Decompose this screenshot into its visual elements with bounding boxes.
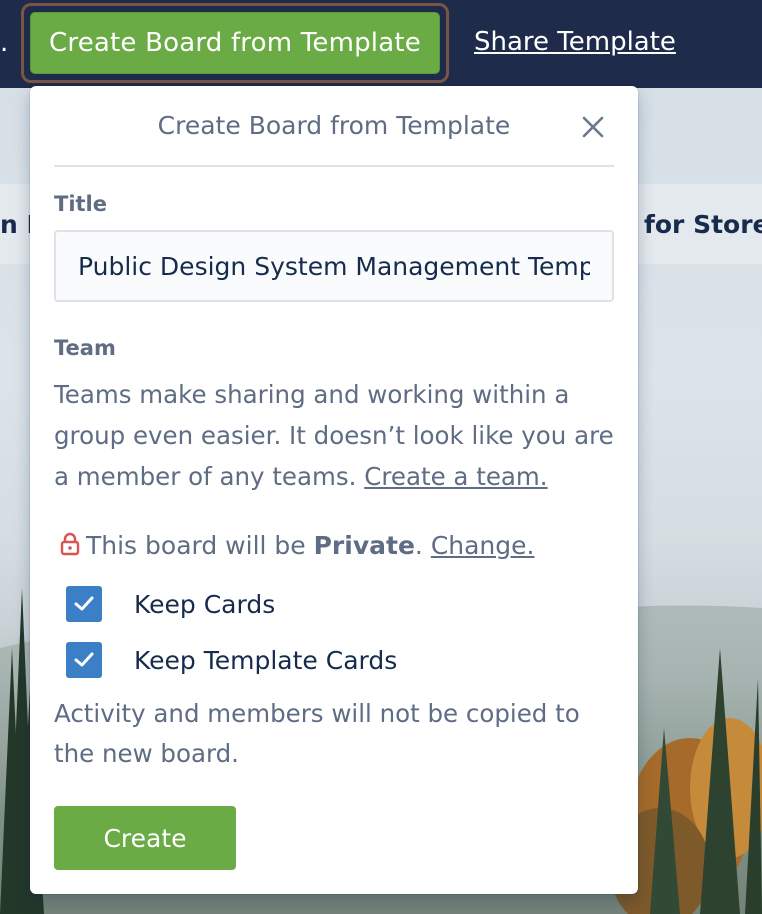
checkmark-icon — [74, 596, 94, 611]
keep-template-cards-checkbox[interactable] — [66, 642, 102, 678]
title-label: Title — [54, 192, 108, 216]
create-button[interactable]: Create — [54, 806, 236, 870]
team-label: Team — [54, 336, 116, 360]
truncated-text: . — [0, 28, 9, 58]
checkmark-icon — [74, 652, 94, 667]
share-template-link[interactable]: Share Template — [474, 22, 676, 62]
create-team-link[interactable]: Create a team. — [364, 462, 547, 491]
create-board-from-template-label: Create Board from Template — [30, 12, 440, 74]
top-navigation-bar: . Create Board from Template Share Templ… — [0, 0, 762, 88]
visibility-period: . — [414, 531, 423, 560]
team-description: Teams make sharing and working within a … — [54, 374, 624, 497]
keep-cards-option[interactable]: Keep Cards — [66, 584, 275, 624]
copy-note: Activity and members will not be copied … — [54, 699, 580, 768]
board-tile-right-title: for Store — [644, 209, 762, 239]
change-visibility-link[interactable]: Change. — [431, 531, 535, 560]
lock-icon — [60, 532, 80, 556]
close-icon[interactable] — [578, 112, 608, 142]
popover-title: Create Board from Template — [157, 111, 511, 140]
keep-cards-label: Keep Cards — [134, 589, 276, 619]
visibility-value: Private — [313, 531, 415, 560]
keep-template-cards-label: Keep Template Cards — [134, 645, 398, 675]
popover-divider — [54, 165, 614, 167]
create-board-popover: Create Board from Template Title Team Te… — [30, 86, 638, 894]
keep-cards-checkbox[interactable] — [66, 586, 102, 622]
visibility-prefix: This board will be — [86, 531, 306, 560]
visibility-row: This board will be Private. Change. — [60, 526, 534, 566]
title-input[interactable] — [54, 230, 614, 302]
create-board-from-template-button[interactable]: Create Board from Template — [21, 3, 449, 83]
keep-template-cards-option[interactable]: Keep Template Cards — [66, 640, 397, 680]
board-tile-right[interactable]: for Store — [636, 184, 762, 264]
